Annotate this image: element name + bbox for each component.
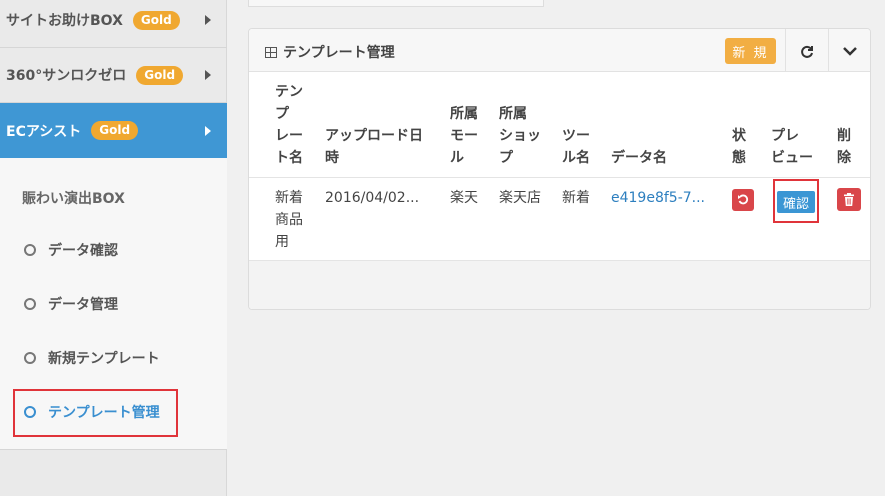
sub-link-data-manage[interactable]: データ管理 bbox=[24, 294, 118, 314]
col-status: 状 態 bbox=[732, 128, 746, 166]
data-name-link[interactable]: e419e8f5-7... bbox=[611, 187, 705, 209]
template-manage-panel: テンプレート管理 新 規 テン プ レー ト名 アップロード日 時 所属 モー … bbox=[248, 28, 871, 310]
col-preview: プレ ビュー bbox=[771, 128, 813, 166]
col-tool: ツー ル名 bbox=[562, 128, 590, 166]
col-upload-date: アップロード日 時 bbox=[325, 128, 423, 166]
refresh-icon[interactable] bbox=[785, 29, 828, 72]
cell-upload-date: 2016/04/02... bbox=[325, 190, 420, 206]
undo-icon[interactable] bbox=[732, 189, 754, 211]
panel-header: テンプレート管理 新 規 bbox=[249, 29, 870, 72]
chevron-right-icon bbox=[205, 125, 211, 136]
cell-tool: 新着 bbox=[562, 190, 590, 206]
top-panel-stub bbox=[248, 0, 544, 7]
gold-badge: Gold bbox=[91, 121, 139, 140]
cell-mall: 楽天 bbox=[450, 190, 478, 206]
sub-link-label: データ管理 bbox=[48, 297, 118, 313]
cell-shop: 楽天店 bbox=[499, 190, 541, 206]
col-template-name: テン プ レー ト名 bbox=[275, 84, 303, 166]
chevron-right-icon bbox=[205, 15, 211, 25]
sidebar-item-label: 360°サンロクゼロ bbox=[6, 68, 127, 84]
highlight-box bbox=[13, 389, 178, 437]
sub-link-new-template[interactable]: 新規テンプレート bbox=[24, 348, 160, 368]
new-button[interactable]: 新 規 bbox=[725, 38, 776, 64]
row-divider bbox=[249, 177, 870, 178]
cell-template-name: 新着 商品 用 bbox=[275, 190, 303, 250]
gold-badge: Gold bbox=[132, 10, 180, 30]
chevron-down-icon[interactable] bbox=[828, 29, 870, 72]
col-shop: 所属 ショッ プ bbox=[499, 106, 541, 166]
circle-icon bbox=[24, 298, 36, 310]
sub-link-data-check[interactable]: データ確認 bbox=[24, 240, 118, 260]
circle-icon bbox=[24, 244, 36, 256]
sidebar-item-label: サイトお助けBOX bbox=[6, 13, 123, 29]
sidebar-item-360[interactable]: 360°サンロクゼロ Gold bbox=[0, 48, 227, 103]
col-mall: 所属 モー ル bbox=[450, 106, 478, 166]
chevron-right-icon bbox=[205, 70, 211, 80]
table-icon bbox=[265, 46, 277, 58]
sidebar-item-label: ECアシスト bbox=[6, 123, 82, 140]
sub-menu-title: 賑わい演出BOX bbox=[22, 191, 125, 207]
sub-link-label: 新規テンプレート bbox=[48, 351, 160, 367]
sidebar: サイトお助けBOX Gold 360°サンロクゼロ Gold ECアシスト Go… bbox=[0, 0, 227, 496]
sub-link-label: データ確認 bbox=[48, 243, 118, 259]
sidebar-item-site-help-box[interactable]: サイトお助けBOX Gold bbox=[0, 0, 227, 48]
panel-title-text: テンプレート管理 bbox=[283, 45, 395, 61]
sidebar-item-ec-assist[interactable]: ECアシスト Gold bbox=[0, 103, 227, 158]
col-data-name: データ名 bbox=[611, 150, 667, 166]
highlight-box bbox=[773, 179, 819, 223]
gold-badge: Gold bbox=[136, 65, 184, 85]
trash-icon[interactable] bbox=[837, 188, 861, 211]
panel-title: テンプレート管理 bbox=[265, 42, 395, 62]
panel-footer bbox=[249, 261, 870, 309]
circle-icon bbox=[24, 352, 36, 364]
col-delete: 削 除 bbox=[837, 128, 851, 166]
